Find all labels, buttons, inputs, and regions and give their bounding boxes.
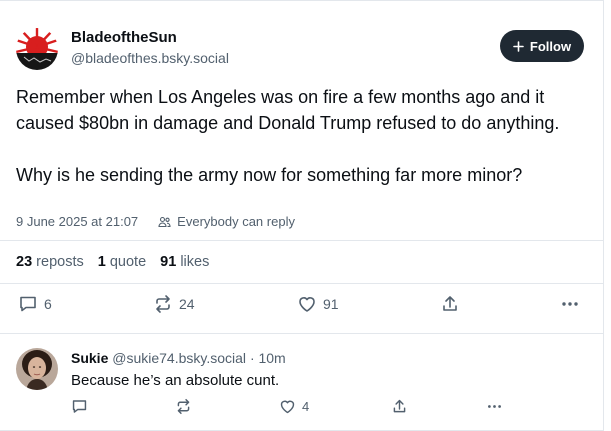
reply-button[interactable]: 6 [18,294,52,314]
quotes-stat[interactable]: 1 quote [98,254,146,270]
reply-time[interactable]: · 10m [250,350,286,366]
reply-count: 6 [44,296,52,312]
post-meta: 9 June 2025 at 21:07 Everybody can reply [16,214,295,229]
post-stats: 23 reposts 1 quote 91 likes [16,254,209,270]
reply-like-count: 4 [302,399,310,414]
reply-share-button[interactable] [391,398,408,415]
likes-stat[interactable]: 91 likes [160,254,209,270]
speech-bubble-icon [72,400,87,413]
reply-like-button[interactable]: 4 [279,398,309,415]
post-timestamp[interactable]: 9 June 2025 at 21:07 [16,214,138,229]
repost-button[interactable]: 24 [153,294,195,314]
quotes-count: 1 [97,254,106,270]
reposts-count: 23 [16,254,33,270]
ellipsis-icon [562,302,578,306]
reply-actions: 4 [0,398,603,428]
ellipsis-icon [488,405,501,408]
reply-repost-button[interactable] [175,398,192,415]
quotes-label: quote [109,254,147,270]
like-button[interactable]: 91 [297,294,339,314]
repost-arrows-icon [156,295,170,313]
reposts-stat[interactable]: 23 reposts [16,254,84,270]
plus-icon [513,40,524,52]
likes-count: 91 [160,254,177,270]
reply-reply-button[interactable] [71,398,88,415]
author-name[interactable]: BladeoftheSun [71,29,177,46]
share-button[interactable] [440,294,460,314]
like-count: 91 [323,296,339,312]
people-icon [158,216,171,227]
reply-body: Because he’s an absolute cunt. [71,372,280,389]
share-upload-icon [393,399,406,413]
follow-label: Follow [529,38,572,54]
repost-arrows-icon [177,398,190,415]
heart-icon [280,400,295,414]
post-actions: 6 24 91 [0,292,603,322]
divider [0,333,603,334]
reply-author-name[interactable]: Sukie [71,350,108,366]
divider [0,283,603,284]
likes-label: likes [180,254,210,270]
follow-button[interactable]: Follow [500,30,584,62]
author-handle[interactable]: @bladeofthes.bsky.social [71,50,229,66]
repost-count: 24 [179,296,195,312]
reply-more-options-button[interactable] [486,398,503,415]
post-body: Remember when Los Angeles was on fire a … [16,87,560,185]
more-options-button[interactable] [560,294,580,314]
divider [0,240,603,241]
author-avatar[interactable] [16,28,58,70]
heart-icon [299,297,315,312]
reply-author-handle[interactable]: @sukie74.bsky.social [112,350,246,366]
reply-permission[interactable]: Everybody can reply [177,214,295,229]
speech-bubble-icon [20,296,36,312]
reply-header: Sukie @sukie74.bsky.social · 10m [71,350,286,366]
share-upload-icon [443,296,457,311]
reposts-label: reposts [36,254,84,270]
reply-author-avatar[interactable] [16,348,58,390]
